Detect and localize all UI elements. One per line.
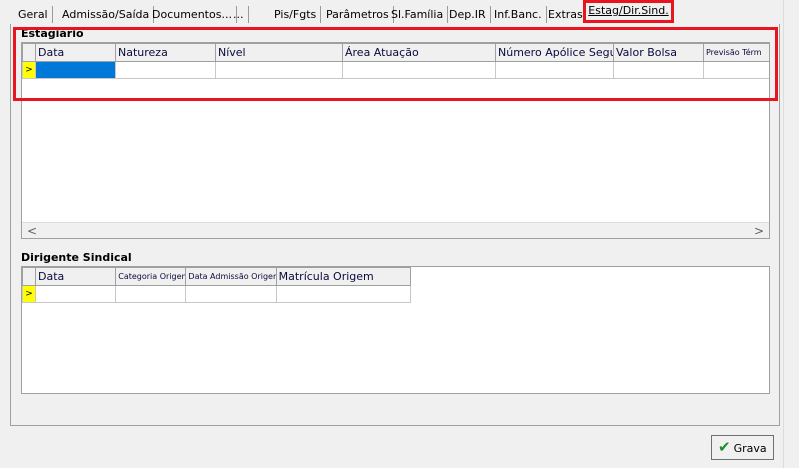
tab-inf-banc[interactable]: Inf.Banc. [490, 6, 547, 23]
tab-label: Inf.Banc. [494, 8, 542, 21]
tab-dep-ir[interactable]: Dep.IR [445, 6, 491, 23]
tab-label: Parâmetros [326, 8, 389, 21]
tab-label: Estag/Dir.Sind. [588, 4, 669, 17]
tab-label: Documentos... [152, 8, 232, 21]
dirigente-header-row: Data Categoria Origem Data Admissão Orig… [22, 267, 412, 286]
tab-extras[interactable]: Extras [544, 6, 588, 23]
grid-cell[interactable] [185, 285, 277, 303]
tab-strip: Geral Admissão/Saída Documentos... ... P… [0, 0, 799, 24]
column-header-categoria-origem[interactable]: Categoria Origem [115, 267, 187, 286]
tab-pis-fgts[interactable]: Pis/Fgts [270, 6, 322, 23]
tab-label: Sl.Família [391, 8, 444, 21]
grava-button[interactable]: ✔ Grava [711, 435, 774, 460]
horizontal-scrollbar[interactable]: < > [22, 222, 769, 238]
tab-parametros[interactable]: Parâmetros [322, 6, 394, 23]
current-row-icon: > [23, 286, 35, 302]
grid-cell[interactable] [275, 285, 412, 303]
tab-label: Dep.IR [449, 8, 486, 21]
tab-label: Geral [18, 8, 48, 21]
scroll-right-icon[interactable]: > [751, 223, 767, 238]
tab-label: Pis/Fgts [274, 8, 317, 21]
tab-documentos[interactable]: Documentos... [148, 6, 237, 23]
grid-cell[interactable] [115, 285, 187, 303]
tab-label: Admissão/Saída [62, 8, 150, 21]
tab-geral[interactable]: Geral [14, 6, 53, 23]
tab-label: ... [233, 8, 244, 21]
grid-cell[interactable] [35, 285, 117, 303]
tab-label: Extras [548, 8, 583, 21]
scroll-left-icon[interactable]: < [24, 223, 40, 238]
grava-label: Grava [733, 442, 767, 455]
dirigente-title: Dirigente Sindical [21, 251, 132, 264]
table-row: > [22, 285, 412, 303]
tab-sl-familia[interactable]: Sl.Família [387, 6, 449, 23]
dirigente-grid[interactable]: Data Categoria Origem Data Admissão Orig… [21, 266, 770, 394]
vertical-scrollbar[interactable] [783, 0, 799, 468]
checkmark-icon: ✔ [718, 438, 731, 456]
row-indicator-header [22, 267, 37, 286]
tab-admissao-saida[interactable]: Admissão/Saída [58, 6, 155, 23]
tab-estag-dir-sind[interactable]: Estag/Dir.Sind. [583, 0, 674, 23]
column-header-data[interactable]: Data [35, 267, 117, 286]
column-header-matricula-origem[interactable]: Matrícula Origem [275, 267, 412, 286]
column-header-data-admissao-origem[interactable]: Data Admissão Origem [185, 267, 277, 286]
highlight-annotation [13, 27, 778, 101]
tab-more[interactable]: ... [229, 6, 249, 23]
row-indicator[interactable]: > [22, 285, 37, 303]
